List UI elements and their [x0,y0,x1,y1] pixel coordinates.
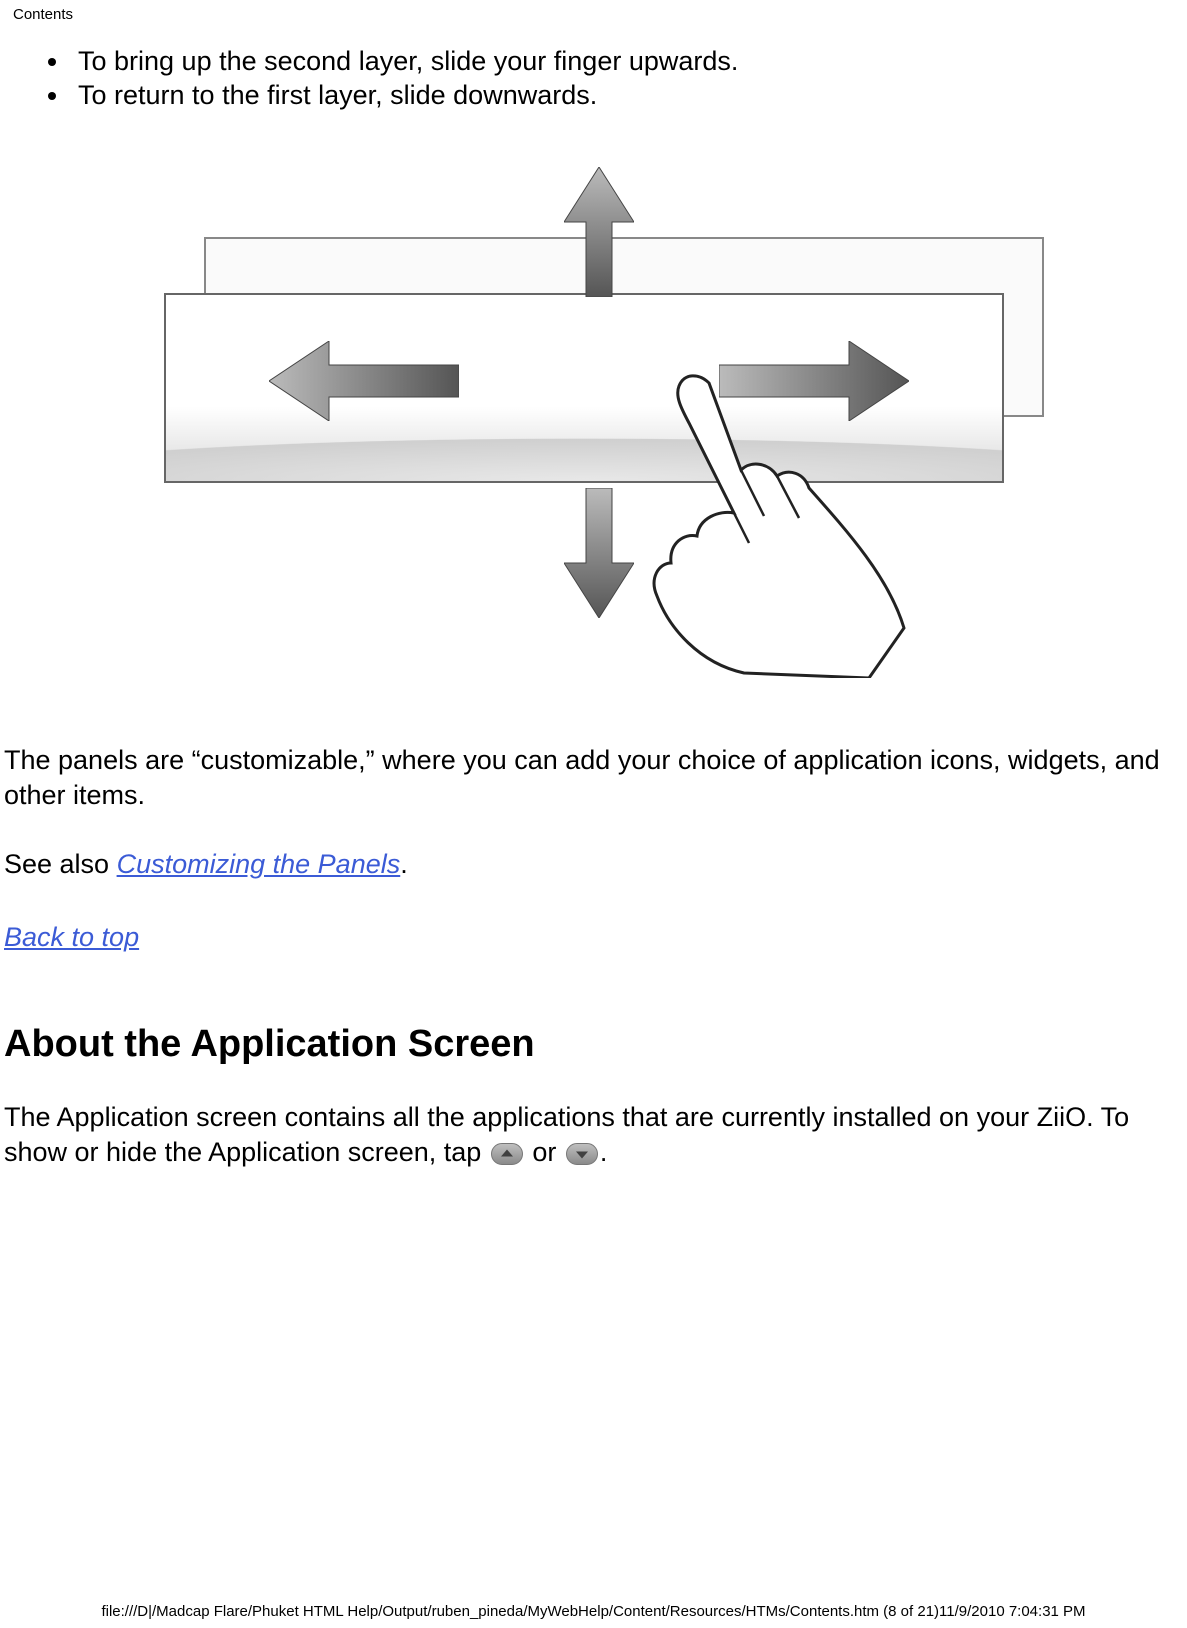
paragraph-app-screen: The Application screen contains all the … [0,1100,1187,1170]
paragraph-customizable: The panels are “customizable,” where you… [0,743,1187,813]
see-also-prefix: See also [4,849,117,879]
paragraph-see-also: See also Customizing the Panels. [0,847,1187,882]
customizing-panels-link[interactable]: Customizing the Panels [117,849,401,879]
see-also-suffix: . [400,849,408,879]
arrow-up-icon [564,167,634,297]
footer-path: file:///D|/Madcap Flare/Phuket HTML Help… [0,1603,1187,1620]
hand-pointer-icon [639,368,909,678]
show-apps-icon [491,1143,523,1165]
back-to-top-link[interactable]: Back to top [4,922,139,953]
list-item: To bring up the second layer, slide your… [48,45,1187,79]
period: . [600,1137,608,1167]
page-header: Contents [0,0,1187,23]
instruction-list: To bring up the second layer, slide your… [0,45,1187,113]
hide-apps-icon [566,1143,598,1165]
about-heading: About the Application Screen [4,1023,1187,1066]
main-content: To bring up the second layer, slide your… [0,45,1187,1170]
list-item: To return to the first layer, slide down… [48,79,1187,113]
swipe-gesture-figure [164,173,1024,653]
or-word: or [525,1137,564,1167]
arrow-left-icon [269,341,459,421]
arrow-down-icon [564,488,634,618]
